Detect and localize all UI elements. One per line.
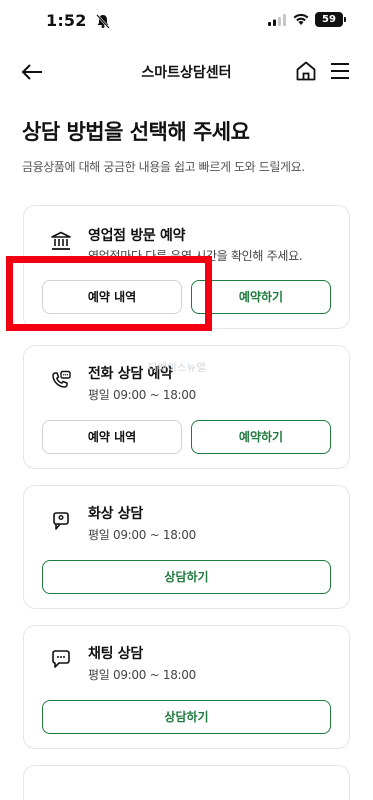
status-time: 1:52 (46, 11, 87, 30)
bank-icon (51, 231, 71, 250)
phone-chat-icon (52, 370, 71, 388)
card-desc: 평일 09:00 ~ 18:00 (88, 528, 196, 542)
card-next-partial (23, 765, 350, 800)
battery-icon: 59 (315, 12, 343, 27)
page-title: 상담 방법을 선택해 주세요 (22, 120, 250, 144)
card-desc: 평일 09:00 ~ 18:00 (88, 668, 196, 682)
make-reservation-button[interactable]: 예약하기 (191, 420, 331, 454)
start-consultation-button[interactable]: 상담하기 (42, 700, 331, 734)
home-icon[interactable] (294, 59, 318, 83)
app-header: 스마트상담센터 (0, 52, 373, 92)
video-chat-icon (53, 512, 69, 530)
card-title: 영업점 방문 예약 (88, 228, 186, 244)
signal-icon (268, 14, 286, 26)
card-video-consultation: 화상 상담 평일 09:00 ~ 18:00 상담하기 (23, 485, 350, 609)
wifi-icon (293, 13, 309, 25)
bell-off-icon (96, 14, 110, 29)
watermark-text: 디베이스뉴얼 (148, 363, 207, 374)
highlight-box (6, 256, 212, 331)
make-reservation-button[interactable]: 예약하기 (191, 280, 331, 314)
hamburger-menu-icon[interactable] (329, 60, 351, 82)
card-title: 채팅 상담 (88, 646, 143, 662)
card-chat-consultation: 채팅 상담 평일 09:00 ~ 18:00 상담하기 (23, 625, 350, 749)
page-subtitle: 금융상품에 대해 궁금한 내용을 쉽고 빠르게 도와 드릴게요. (22, 160, 305, 174)
card-desc: 평일 09:00 ~ 18:00 (88, 388, 196, 402)
battery-tip (344, 17, 346, 22)
card-title: 화상 상담 (88, 506, 143, 522)
status-bar: 1:52 59 (0, 0, 373, 44)
reservation-history-button[interactable]: 예약 내역 (42, 420, 182, 454)
chat-bubble-icon (52, 650, 70, 668)
start-consultation-button[interactable]: 상담하기 (42, 560, 331, 594)
